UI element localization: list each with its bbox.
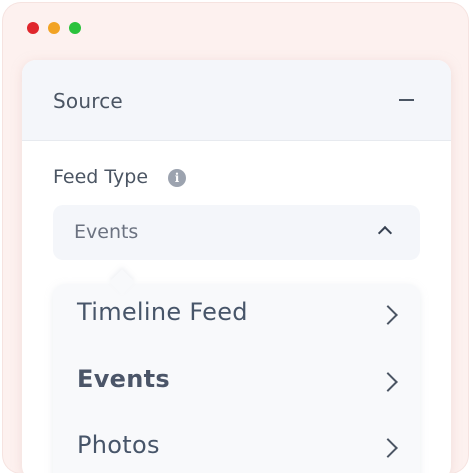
chevron-right-icon <box>378 438 398 458</box>
panel-title: Source <box>53 89 123 113</box>
chevron-right-icon <box>378 372 398 392</box>
source-panel: Source Feed Type i Events Timeline Feed … <box>22 60 451 473</box>
option-label: Timeline Feed <box>77 298 248 326</box>
feed-type-selected-value: Events <box>74 221 139 243</box>
app-window: Source Feed Type i Events Timeline Feed … <box>3 3 468 473</box>
feed-type-select[interactable]: Events <box>53 205 420 260</box>
option-label: Events <box>77 365 170 393</box>
window-controls <box>27 22 81 34</box>
info-icon[interactable]: i <box>168 169 186 187</box>
feed-type-label: Feed Type <box>53 166 149 188</box>
minus-icon <box>399 99 414 101</box>
maximize-window-button[interactable] <box>69 22 81 34</box>
option-label: Photos <box>77 431 160 459</box>
chevron-right-icon <box>378 305 398 325</box>
chevron-up-icon <box>377 225 393 241</box>
source-panel-header[interactable]: Source <box>22 60 451 141</box>
option-photos[interactable]: Photos <box>53 417 420 473</box>
minimize-window-button[interactable] <box>48 22 60 34</box>
option-timeline-feed[interactable]: Timeline Feed <box>53 284 420 344</box>
feed-type-dropdown: Timeline Feed Events Photos <box>53 269 420 473</box>
option-events[interactable]: Events <box>53 351 420 411</box>
close-window-button[interactable] <box>27 22 39 34</box>
